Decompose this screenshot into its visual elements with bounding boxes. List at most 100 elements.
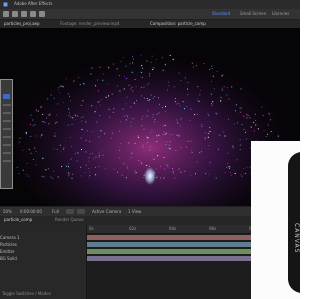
effect-controls-panel[interactable] (0, 79, 13, 189)
workspace-small-screen[interactable]: Small Screen (240, 11, 266, 16)
particle (126, 96, 128, 98)
particle (146, 84, 148, 86)
particle (172, 170, 174, 172)
particle (53, 170, 55, 172)
transparency-grid-icon[interactable] (77, 209, 85, 214)
particle (125, 177, 127, 179)
particle (141, 118, 143, 120)
particle (164, 134, 166, 136)
particle (231, 86, 233, 88)
particle (126, 165, 128, 167)
region-of-interest-icon[interactable] (66, 209, 74, 214)
particle (50, 94, 52, 96)
zoom-tool-icon[interactable] (21, 11, 27, 17)
particle (147, 137, 149, 139)
particle (169, 148, 171, 150)
particle (71, 124, 73, 125)
particle (161, 106, 163, 108)
particle (190, 174, 192, 176)
particle (70, 116, 72, 118)
particle (239, 139, 241, 141)
particle (207, 132, 209, 134)
tab-composition[interactable]: Composition: particle_comp (150, 21, 206, 26)
particle (95, 85, 97, 87)
hand-tool-icon[interactable] (12, 11, 18, 17)
particle (162, 57, 163, 59)
particle (227, 152, 229, 154)
resolution-select[interactable]: Full (52, 209, 59, 214)
particle (123, 163, 125, 165)
particle (152, 97, 154, 99)
particle (175, 149, 177, 151)
particle (68, 108, 70, 110)
layer-row[interactable]: BG Solid (0, 256, 86, 261)
layer-row[interactable]: Particles (0, 242, 86, 247)
panel-row (3, 144, 11, 146)
particle (230, 174, 232, 176)
workspace-libraries[interactable]: Libraries (272, 11, 289, 16)
viewer-tab-bar: particles_proj.aep Footage: render_previ… (0, 20, 300, 28)
panel-row (3, 136, 11, 138)
particle (241, 175, 243, 177)
particle (192, 66, 194, 68)
tab-timeline-comp[interactable]: particle_comp (4, 217, 32, 222)
particle (199, 94, 201, 96)
particle (207, 113, 209, 115)
particle (151, 130, 153, 132)
particle (113, 108, 115, 110)
workspace-standard[interactable]: Standard (212, 11, 230, 16)
particle (133, 58, 134, 60)
particle (190, 149, 192, 151)
particle (215, 177, 217, 179)
tab-project[interactable]: particles_proj.aep (4, 21, 40, 26)
particle (240, 174, 242, 176)
particle (211, 68, 213, 69)
particle (235, 104, 237, 106)
particle (243, 128, 245, 130)
tab-render-queue[interactable]: Render Queue (55, 217, 84, 222)
particle (34, 147, 36, 149)
particle (180, 80, 182, 82)
particle (228, 118, 229, 120)
particle (63, 147, 65, 149)
particle (174, 101, 176, 102)
particle (213, 88, 215, 90)
particle (164, 63, 166, 65)
particle (219, 134, 221, 136)
selection-tool-icon[interactable] (3, 11, 9, 17)
particle (25, 133, 27, 135)
particle (223, 86, 225, 88)
particle (135, 172, 137, 174)
particle (187, 82, 189, 83)
particle (208, 173, 210, 175)
particle (221, 75, 223, 77)
particle (67, 124, 69, 126)
zoom-level[interactable]: 50% (3, 209, 12, 214)
timecode-display[interactable]: 0:00:00:00 (20, 209, 42, 214)
camera-tool-icon[interactable] (39, 11, 45, 17)
layer-row[interactable]: Emitter (0, 249, 86, 254)
particle (250, 126, 252, 128)
timeline-status[interactable]: Toggle Switches / Modes (2, 291, 51, 296)
particle (89, 140, 91, 142)
particle (68, 163, 70, 165)
tab-footage[interactable]: Footage: render_preview.mp4 (60, 21, 120, 26)
particle (182, 101, 184, 103)
particle (83, 83, 84, 85)
camera-select[interactable]: Active Camera (92, 209, 121, 214)
particle (162, 134, 164, 136)
rotate-tool-icon[interactable] (30, 11, 36, 17)
particle (69, 112, 71, 114)
particle (131, 86, 133, 88)
views-select[interactable]: 1 View (128, 209, 141, 214)
particle (211, 104, 213, 106)
particle (201, 124, 203, 126)
particle (89, 153, 91, 155)
particle (91, 105, 93, 107)
particle (119, 149, 121, 151)
particle (269, 119, 271, 121)
particle (123, 115, 125, 117)
particle (163, 157, 165, 158)
particle (233, 123, 235, 125)
layer-row[interactable]: Camera 1 (0, 235, 86, 240)
